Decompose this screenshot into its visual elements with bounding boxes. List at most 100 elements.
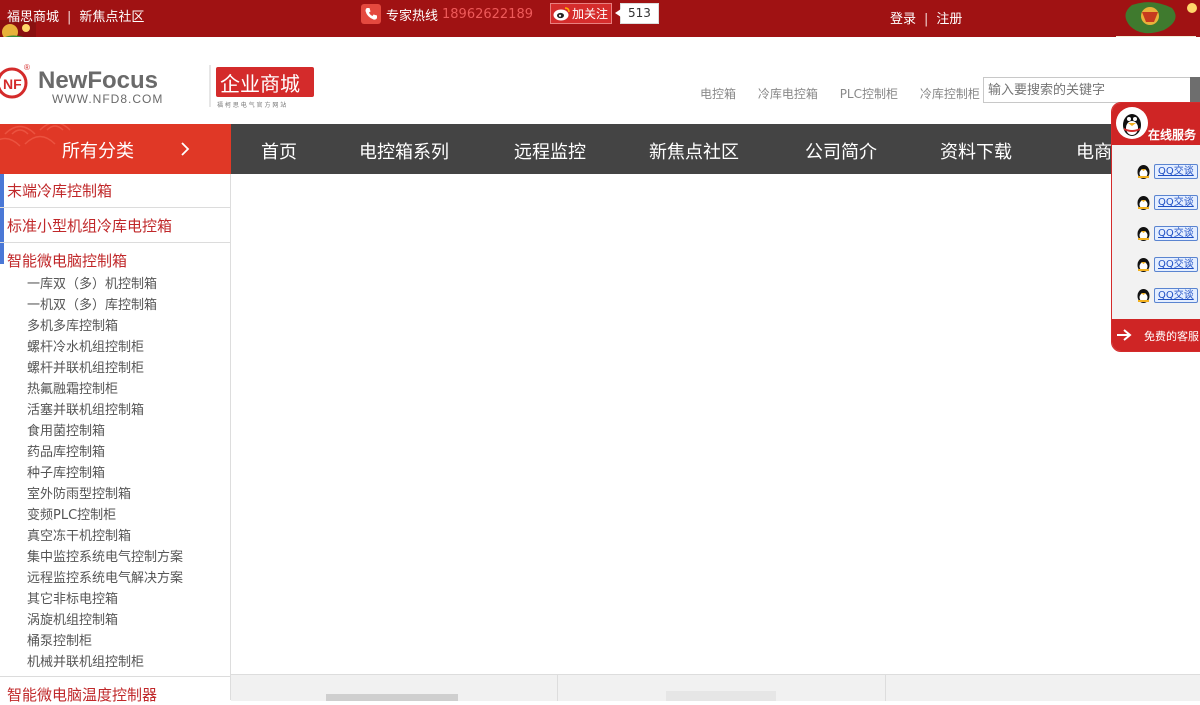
quick-link[interactable]: PLC控制柜 xyxy=(840,87,898,101)
divider: | xyxy=(67,10,72,25)
subcategory-link[interactable]: 热氟融霜控制柜 xyxy=(27,379,183,400)
banner-area xyxy=(231,174,1200,674)
all-categories-button[interactable]: 所有分类 xyxy=(0,124,231,174)
subcategory-link[interactable]: 螺杆冷水机组控制柜 xyxy=(27,337,183,358)
search-input[interactable] xyxy=(983,77,1193,103)
subcategory-link[interactable]: 集中监控系统电气控制方案 xyxy=(27,547,183,568)
online-service-footer[interactable]: 免费的客服 xyxy=(1112,319,1200,351)
subcategory-link[interactable]: 远程监控系统电气解决方案 xyxy=(27,568,183,589)
qq-contact: QQ交谈 xyxy=(1136,193,1200,211)
qq-contact: QQ交谈 xyxy=(1136,286,1200,304)
logo-mall-text: 企业商城 xyxy=(220,72,300,96)
site-home-link[interactable]: 福思商城 xyxy=(7,10,59,25)
divider: | xyxy=(924,12,929,27)
site-header: NF ® NewFocus WWW.NFD8.COM 企业商城 福 柯 思 电 … xyxy=(0,37,1200,124)
topbar-links: 福思商城 | 新焦点社区 xyxy=(7,6,144,25)
logo-tagline: 福 柯 思 电 气 官 方 网 站 xyxy=(217,101,286,109)
hotline: 专家热线 18962622189 xyxy=(361,4,533,24)
register-link[interactable]: 注册 xyxy=(936,12,962,27)
all-categories-label: 所有分类 xyxy=(62,141,134,162)
category-link[interactable]: 标准小型机组冷库电控箱 xyxy=(7,215,172,236)
qq-contact: QQ交谈 xyxy=(1136,224,1200,242)
category-sidebar: 末端冷库控制箱 标准小型机组冷库电控箱 智能微电脑控制箱 一库双（多）机控制箱 … xyxy=(0,174,231,704)
divider xyxy=(0,207,230,208)
category-link[interactable]: 智能微电脑温度控制器 xyxy=(7,684,157,705)
online-service-panel: 在线服务 QQ交谈 QQ交谈 QQ交谈 QQ交谈 QQ交谈 免费的客服 xyxy=(1111,102,1200,352)
nav-item-products[interactable]: 电控箱系列 xyxy=(359,138,449,164)
product-strip xyxy=(231,674,1200,701)
qq-penguin-icon xyxy=(1137,165,1150,179)
nav-item-about[interactable]: 公司简介 xyxy=(805,138,877,164)
search-button[interactable] xyxy=(1190,77,1200,103)
main-nav: 所有分类 首页 电控箱系列 远程监控 新焦点社区 公司简介 资料下载 电商 xyxy=(0,124,1200,174)
nav-item-home[interactable]: 首页 xyxy=(261,138,297,164)
quick-links: 电控箱 冷库电控箱 PLC控制柜 冷库控制柜 xyxy=(700,85,998,102)
weibo-follow-button[interactable]: 加关注 xyxy=(550,3,613,24)
qq-penguin-icon xyxy=(1137,258,1150,272)
online-service-header: 在线服务 xyxy=(1112,103,1200,145)
subcategory-link[interactable]: 活塞并联机组控制箱 xyxy=(27,400,183,421)
weibo-follow-label: 加关注 xyxy=(572,7,609,21)
divider xyxy=(557,675,558,701)
category-link[interactable]: 智能微电脑控制箱 xyxy=(7,250,127,271)
qq-chat-button[interactable]: QQ交谈 xyxy=(1154,257,1198,272)
divider xyxy=(885,675,886,701)
logo-brand-text: NewFocus xyxy=(38,67,158,94)
qq-penguin-icon xyxy=(1137,227,1150,241)
category-link[interactable]: 末端冷库控制箱 xyxy=(7,180,112,201)
weibo-icon xyxy=(553,7,570,21)
nav-item-community[interactable]: 新焦点社区 xyxy=(649,138,739,164)
nav-item-monitoring[interactable]: 远程监控 xyxy=(514,138,586,164)
quick-link[interactable]: 电控箱 xyxy=(700,87,736,101)
qq-chat-button[interactable]: QQ交谈 xyxy=(1154,164,1198,179)
sidebar-accent-bar xyxy=(0,174,4,264)
divider xyxy=(0,242,230,243)
qq-penguin-icon xyxy=(1137,289,1150,303)
subcategory-link[interactable]: 真空冻干机控制箱 xyxy=(27,526,183,547)
hotline-number: 18962622189 xyxy=(442,6,533,22)
subcategory-link[interactable]: 食用菌控制箱 xyxy=(27,421,183,442)
subcategory-list: 一库双（多）机控制箱 一机双（多）库控制箱 多机多库控制箱 螺杆冷水机组控制柜 … xyxy=(27,274,183,673)
qq-penguin-icon xyxy=(1137,196,1150,210)
svg-text:®: ® xyxy=(24,63,30,72)
logo-url-text: WWW.NFD8.COM xyxy=(52,92,163,106)
divider xyxy=(0,676,230,677)
qq-chat-button[interactable]: QQ交谈 xyxy=(1154,195,1198,210)
festive-decoration-right xyxy=(1112,0,1200,37)
subcategory-link[interactable]: 药品库控制箱 xyxy=(27,442,183,463)
community-link[interactable]: 新焦点社区 xyxy=(79,10,144,25)
nav-item-downloads[interactable]: 资料下载 xyxy=(940,138,1012,164)
nav-item-ecommerce[interactable]: 电商 xyxy=(1076,138,1112,164)
login-link[interactable]: 登录 xyxy=(890,12,916,27)
quick-link[interactable]: 冷库电控箱 xyxy=(758,87,818,101)
subcategory-link[interactable]: 变频PLC控制柜 xyxy=(27,505,183,526)
subcategory-link[interactable]: 机械并联机组控制柜 xyxy=(27,652,183,673)
svg-text:NF: NF xyxy=(3,76,22,92)
subcategory-link[interactable]: 螺杆并联机组控制柜 xyxy=(27,358,183,379)
phone-icon xyxy=(361,4,381,24)
subcategory-link[interactable]: 种子库控制箱 xyxy=(27,463,183,484)
qq-penguin-icon xyxy=(1116,107,1148,139)
weibo-follow: 加关注 513 xyxy=(550,3,659,24)
hotline-label: 专家热线 xyxy=(386,8,439,24)
user-links: 登录 | 注册 xyxy=(890,8,962,27)
online-service-title: 在线服务 xyxy=(1148,128,1197,142)
online-service-footer-text: 免费的客服 xyxy=(1144,330,1199,343)
quick-link[interactable]: 冷库控制柜 xyxy=(920,87,980,101)
subcategory-link[interactable]: 多机多库控制箱 xyxy=(27,316,183,337)
subcategory-link[interactable]: 一库双（多）机控制箱 xyxy=(27,274,183,295)
subcategory-link[interactable]: 涡旋机组控制箱 xyxy=(27,610,183,631)
subcategory-link[interactable]: 桶泵控制柜 xyxy=(27,631,183,652)
arrow-right-icon xyxy=(1117,329,1132,341)
subcategory-link[interactable]: 室外防雨型控制箱 xyxy=(27,484,183,505)
weibo-follower-count: 513 xyxy=(615,3,659,24)
qq-contact: QQ交谈 xyxy=(1136,255,1200,273)
chevron-right-icon xyxy=(181,142,190,156)
site-logo[interactable]: NF ® NewFocus WWW.NFD8.COM 企业商城 福 柯 思 电 … xyxy=(0,61,320,111)
qq-chat-button[interactable]: QQ交谈 xyxy=(1154,288,1198,303)
qq-chat-button[interactable]: QQ交谈 xyxy=(1154,226,1198,241)
subcategory-link[interactable]: 一机双（多）库控制箱 xyxy=(27,295,183,316)
qq-contact: QQ交谈 xyxy=(1136,162,1200,180)
top-bar: 福思商城 | 新焦点社区 专家热线 18962622189 加关注 513 登录 | 注… xyxy=(0,0,1200,37)
subcategory-link[interactable]: 其它非标电控箱 xyxy=(27,589,183,610)
